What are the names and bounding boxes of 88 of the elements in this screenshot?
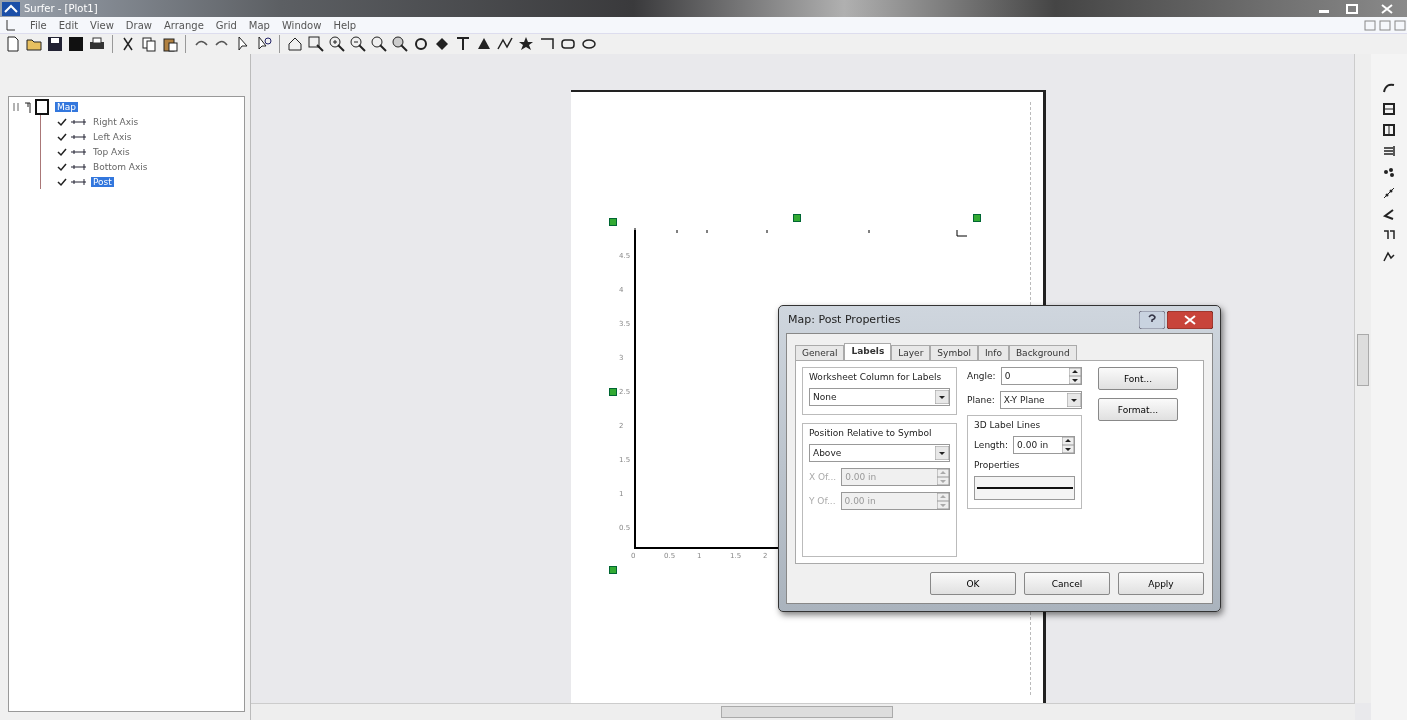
tab[interactable]: Background [1008, 345, 1077, 360]
field-label: Angle: [967, 371, 996, 381]
circle-icon[interactable] [412, 35, 430, 53]
checkmark-icon[interactable] [57, 116, 67, 127]
axis-icon [70, 146, 88, 157]
selection-handle[interactable] [609, 218, 617, 226]
menu-item[interactable]: Edit [58, 19, 79, 31]
dialog-button[interactable]: Apply [1118, 572, 1204, 595]
tree-item[interactable]: Map [55, 101, 78, 112]
save-icon[interactable] [46, 35, 64, 53]
menu-item[interactable]: Grid [215, 19, 237, 31]
tree-item[interactable]: Post [91, 176, 114, 187]
menu-item[interactable]: Map [248, 19, 270, 31]
selection-handle[interactable] [973, 214, 981, 222]
horizontal-scrollbar[interactable] [251, 703, 1355, 720]
field-label: Properties [974, 460, 1021, 470]
dialog-button[interactable]: OK [930, 572, 1016, 595]
tree-item[interactable]: Top Axis [91, 146, 132, 157]
zoom-rectangle-icon[interactable] [307, 35, 325, 53]
text-icon[interactable] [454, 35, 472, 53]
menu-item[interactable]: Window [281, 19, 322, 31]
axis-icon [70, 176, 88, 187]
dialog-button[interactable]: Font... [1098, 367, 1178, 390]
scroll-thumb[interactable] [721, 706, 893, 718]
menu-item[interactable]: Arrange [163, 19, 204, 31]
selection-handle[interactable] [609, 388, 617, 396]
zoom-extents-icon[interactable] [391, 35, 409, 53]
help-icon[interactable] [1139, 310, 1165, 329]
tree-item[interactable]: Bottom Axis [91, 161, 150, 172]
tab[interactable]: General [795, 345, 845, 360]
group-title: 3D Label Lines [974, 420, 1042, 430]
menu-item[interactable]: View [90, 19, 114, 31]
group-title: Position Relative to Symbol [809, 428, 933, 438]
tab[interactable]: Symbol [930, 345, 978, 360]
checkmark-icon[interactable] [57, 131, 67, 142]
square-icon[interactable] [67, 35, 85, 53]
close-icon[interactable] [1167, 310, 1213, 329]
tab[interactable]: Info [977, 345, 1009, 360]
axis-icon [70, 131, 88, 142]
home-icon[interactable] [286, 35, 304, 53]
lines-icon[interactable] [1381, 143, 1397, 159]
checkmark-icon[interactable] [57, 146, 67, 157]
axis-icon [70, 116, 88, 127]
document-icon[interactable] [4, 18, 18, 32]
grid-box-icon[interactable] [1381, 122, 1397, 138]
column-dropdown[interactable]: None [809, 388, 950, 406]
menu-item[interactable]: Help [333, 19, 357, 31]
dropdown-arrow-icon[interactable] [935, 446, 949, 460]
grid-box-icon[interactable] [1381, 101, 1397, 117]
line-sample-icon [976, 486, 1073, 490]
spinner-arrows-icon[interactable] [1069, 368, 1081, 384]
vertical-scrollbar[interactable] [1354, 54, 1371, 703]
tab[interactable]: Labels [844, 343, 892, 360]
checkmark-icon[interactable] [57, 161, 67, 172]
angle-field[interactable]: 0 [1000, 367, 1082, 385]
plane-dropdown[interactable]: X-Y Plane [999, 391, 1082, 409]
star-icon[interactable] [517, 35, 535, 53]
scatter-icon[interactable] [1381, 185, 1397, 201]
field-label: Y Of... [809, 496, 836, 506]
selection-handle[interactable] [609, 566, 617, 574]
line-style-button[interactable] [974, 476, 1075, 500]
menu-item[interactable]: Draw [125, 19, 152, 31]
zoom-page-icon[interactable] [370, 35, 388, 53]
dropdown-arrow-icon[interactable] [1067, 393, 1081, 407]
tree-item[interactable]: Right Axis [91, 116, 141, 127]
axis-icon [70, 161, 88, 172]
dialog-button[interactable]: Format... [1098, 398, 1178, 421]
tab[interactable]: Layer [891, 345, 931, 360]
length-field[interactable]: 0.00 in [1013, 436, 1075, 454]
scroll-thumb[interactable] [1357, 334, 1369, 386]
copy-icon[interactable] [140, 35, 158, 53]
group-title: Worksheet Column for Labels [809, 372, 943, 382]
field-label: Length: [974, 440, 1009, 450]
zoom-out-icon[interactable] [349, 35, 367, 53]
tree-item[interactable]: Left Axis [91, 131, 134, 142]
window-title: Surfer - [Plot1] [24, 3, 98, 14]
selection-handle[interactable] [793, 214, 801, 222]
position-dropdown[interactable]: Above [809, 444, 950, 462]
spinner-arrows-icon[interactable] [1062, 437, 1074, 453]
dialog-button[interactable]: Cancel [1024, 572, 1110, 595]
zoom-in-icon[interactable] [328, 35, 346, 53]
dialog-title: Map: Post Properties [787, 313, 901, 326]
field-label: X Of... [809, 472, 837, 482]
dropdown-arrow-icon[interactable] [935, 390, 949, 404]
checkmark-icon[interactable] [57, 176, 67, 187]
menu-item[interactable]: File [30, 19, 47, 31]
paste-icon[interactable] [161, 35, 179, 53]
field-label: Plane: [967, 395, 995, 405]
